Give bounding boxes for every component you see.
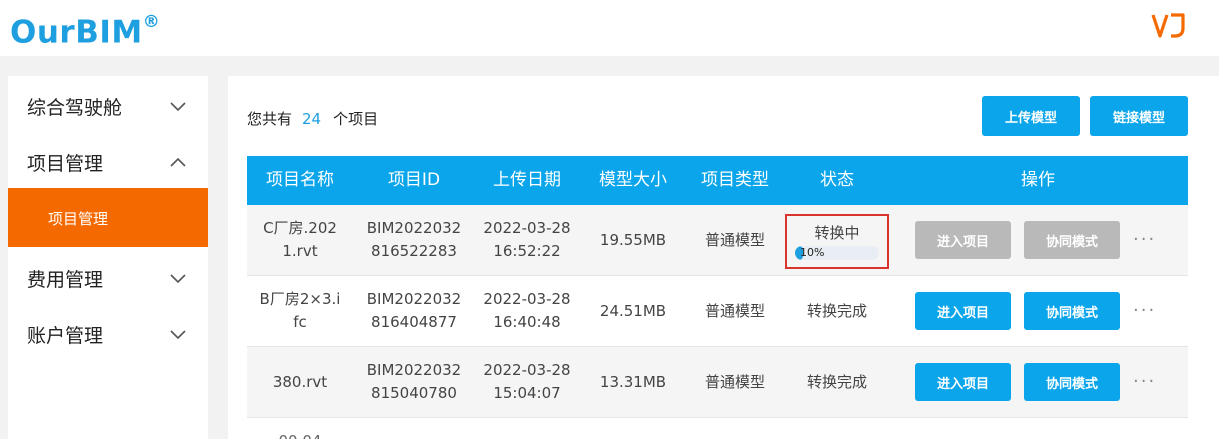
name-line: 1.rvt bbox=[282, 242, 318, 260]
cell-project-name: C厂房.202 1.rvt bbox=[247, 217, 353, 263]
name-line: C厂房.202 bbox=[263, 219, 337, 237]
cell-upload-date: 2022-03-28 16:40:48 bbox=[475, 288, 579, 334]
link-model-button[interactable]: 链接模型 bbox=[1090, 96, 1188, 136]
cell-project-name: 00 04 bbox=[247, 430, 353, 439]
enter-project-button[interactable]: 进入项目 bbox=[915, 363, 1011, 401]
ourbim-logo[interactable]: OurBIM® bbox=[10, 8, 160, 50]
date-line: 2022-03-28 bbox=[483, 361, 571, 379]
id-line: 816404877 bbox=[371, 313, 457, 331]
cell-project-id: BIM2022032 816522283 bbox=[359, 217, 469, 263]
status-text: 转换中 bbox=[814, 224, 860, 242]
sidebar-item-account-management[interactable]: 账户管理 bbox=[8, 306, 208, 362]
more-options-icon[interactable]: ··· bbox=[1133, 371, 1156, 392]
chevron-down-icon bbox=[170, 102, 186, 112]
name-line: fc bbox=[293, 313, 307, 331]
sidebar-item-project-management[interactable]: 项目管理 bbox=[8, 134, 208, 190]
more-options-icon[interactable]: ··· bbox=[1133, 300, 1156, 321]
header-status: 状态 bbox=[820, 170, 854, 190]
conversion-progress-bar: 10% bbox=[795, 246, 879, 260]
cell-project-name: 380.rvt bbox=[272, 373, 328, 391]
cell-model-size: 24.51MB bbox=[599, 302, 667, 320]
cell-project-type: 普通模型 bbox=[704, 373, 765, 391]
cell-project-type: 普通模型 bbox=[704, 302, 765, 320]
cell-project-type: 普通模型 bbox=[704, 231, 765, 249]
id-line: BIM2022032 bbox=[366, 219, 462, 237]
collaboration-mode-button[interactable]: 协同模式 bbox=[1024, 221, 1120, 259]
header-project-id: 项目ID bbox=[387, 170, 441, 190]
sidebar-item-label: 费用管理 bbox=[27, 268, 104, 291]
cell-status: 转换完成 bbox=[806, 302, 867, 320]
date-line: 2022-03-28 bbox=[483, 290, 571, 308]
chevron-down-icon bbox=[170, 274, 186, 284]
table-row: B厂房2×3.i fc BIM2022032 816404877 2022-03… bbox=[247, 276, 1188, 347]
id-line: 816522283 bbox=[371, 242, 457, 260]
header-model-size: 模型大小 bbox=[599, 170, 667, 190]
cell-project-id: BIM2022032 815040780 bbox=[359, 359, 469, 405]
collaboration-mode-button[interactable]: 协同模式 bbox=[1024, 363, 1120, 401]
top-bar: OurBIM® bbox=[0, 0, 1219, 56]
table-row: C厂房.202 1.rvt BIM2022032 816522283 2022-… bbox=[247, 205, 1188, 276]
id-line: BIM2022032 bbox=[366, 361, 462, 379]
cell-project-name: B厂房2×3.i fc bbox=[247, 288, 353, 334]
time-line: 16:52:22 bbox=[493, 242, 561, 260]
chevron-down-icon bbox=[170, 330, 186, 340]
status-converting-highlight: 转换中 10% bbox=[785, 214, 889, 269]
table-row: 00 04 bbox=[247, 418, 1188, 439]
date-line: 2022-03-28 bbox=[483, 219, 571, 237]
enter-project-button[interactable]: 进入项目 bbox=[915, 221, 1011, 259]
logo-text: OurBIM bbox=[10, 14, 143, 51]
header-actions: 操作 bbox=[1021, 170, 1055, 190]
sidebar-item-label: 项目管理 bbox=[27, 152, 104, 175]
count-number: 24 bbox=[302, 110, 322, 128]
name-line: B厂房2×3.i bbox=[259, 290, 341, 308]
count-prefix: 您共有 bbox=[247, 110, 293, 128]
upload-model-button[interactable]: 上传模型 bbox=[982, 96, 1080, 136]
more-options-icon[interactable]: ··· bbox=[1133, 229, 1156, 250]
main-panel: 您共有 24 个项目 上传模型 链接模型 项目名称 项目ID 上传日期 模型大小 项… bbox=[228, 76, 1219, 439]
time-line: 15:04:07 bbox=[493, 384, 561, 402]
sidebar-item-label: 账户管理 bbox=[27, 324, 104, 347]
vj-logo-icon[interactable] bbox=[1150, 9, 1190, 41]
registered-mark: ® bbox=[142, 12, 161, 32]
table-header: 项目名称 项目ID 上传日期 模型大小 项目类型 状态 操作 bbox=[247, 156, 1188, 205]
cell-upload-date: 2022-03-28 16:52:22 bbox=[475, 217, 579, 263]
header-project-type: 项目类型 bbox=[701, 170, 769, 190]
enter-project-button[interactable]: 进入项目 bbox=[915, 292, 1011, 330]
id-line: 815040780 bbox=[371, 384, 457, 402]
cell-status: 转换完成 bbox=[806, 373, 867, 391]
cell-model-size: 13.31MB bbox=[599, 373, 667, 391]
collaboration-mode-button[interactable]: 协同模式 bbox=[1024, 292, 1120, 330]
project-count: 您共有 24 个项目 bbox=[247, 108, 378, 129]
id-line: BIM2022032 bbox=[366, 290, 462, 308]
progress-text: 10% bbox=[800, 246, 825, 259]
table-row: 380.rvt BIM2022032 815040780 2022-03-28 … bbox=[247, 347, 1188, 418]
count-suffix: 个项目 bbox=[333, 110, 379, 128]
cell-project-id: BIM2022032 816404877 bbox=[359, 288, 469, 334]
sidebar: 综合驾驶舱 项目管理 项目管理 费用管理 账户管理 bbox=[8, 76, 208, 439]
header-upload-date: 上传日期 bbox=[493, 170, 561, 190]
header-project-name: 项目名称 bbox=[266, 170, 334, 190]
chevron-up-icon bbox=[170, 157, 186, 167]
sidebar-subitem-label: 项目管理 bbox=[48, 210, 109, 228]
sidebar-item-label: 综合驾驶舱 bbox=[27, 96, 123, 119]
cell-upload-date: 2022-03-28 15:04:07 bbox=[475, 359, 579, 405]
time-line: 16:40:48 bbox=[493, 313, 561, 331]
sidebar-subitem-project-management[interactable]: 项目管理 bbox=[8, 188, 208, 247]
sidebar-item-dashboard[interactable]: 综合驾驶舱 bbox=[8, 78, 208, 134]
sidebar-item-cost-management[interactable]: 费用管理 bbox=[8, 250, 208, 306]
cell-model-size: 19.55MB bbox=[599, 231, 667, 249]
